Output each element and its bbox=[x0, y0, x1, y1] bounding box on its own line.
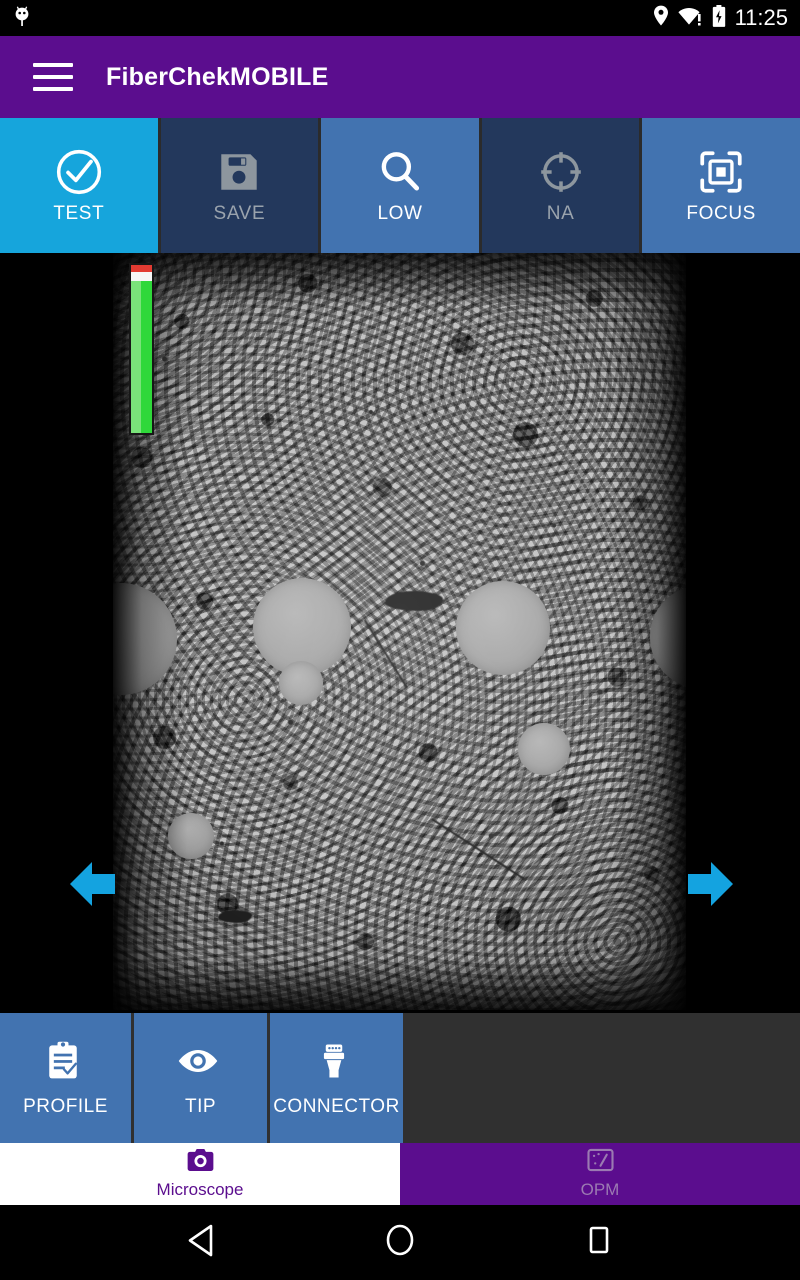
top-toolbar: TEST SAVE LOW NA FOCUS bbox=[0, 118, 800, 253]
tab-opm-label: OPM bbox=[580, 1180, 620, 1199]
magnification-low-label: LOW bbox=[377, 202, 423, 224]
wifi-alert-icon bbox=[677, 5, 703, 31]
android-nav-bar bbox=[0, 1205, 800, 1280]
save-button[interactable]: SAVE bbox=[160, 118, 319, 253]
focus-button[interactable]: FOCUS bbox=[642, 118, 800, 253]
circle-home-icon bbox=[384, 1223, 416, 1262]
contamination-spot bbox=[218, 910, 252, 923]
status-bar-right-icons: 11:25 bbox=[653, 4, 788, 32]
home-button[interactable] bbox=[384, 1223, 416, 1262]
connector-button-label: CONNECTOR bbox=[273, 1095, 400, 1117]
connector-plug-icon bbox=[312, 1039, 362, 1089]
tip-button-label: TIP bbox=[184, 1095, 217, 1117]
test-button[interactable]: TEST bbox=[0, 118, 158, 253]
android-status-bar: 11:25 bbox=[0, 0, 800, 36]
clipboard-check-icon bbox=[41, 1039, 91, 1089]
tab-opm[interactable]: OPM bbox=[400, 1143, 800, 1205]
hamburger-menu-icon[interactable] bbox=[33, 63, 73, 91]
test-button-label: TEST bbox=[53, 202, 105, 224]
eye-icon bbox=[176, 1039, 226, 1089]
status-bar-left-icons bbox=[12, 5, 32, 32]
camera-icon bbox=[187, 1148, 214, 1177]
save-button-label: SAVE bbox=[213, 202, 266, 224]
fiber-endface-image bbox=[113, 253, 686, 1010]
app-bar: FiberChekMOBILE bbox=[0, 36, 800, 118]
crosshair-icon bbox=[536, 147, 586, 197]
connector-button[interactable]: CONNECTOR bbox=[270, 1013, 403, 1143]
power-meter-icon bbox=[586, 1148, 614, 1177]
arrow-right-icon bbox=[688, 862, 733, 916]
tab-microscope-label: Microscope bbox=[156, 1180, 244, 1199]
recents-button[interactable] bbox=[583, 1223, 613, 1262]
square-recents-icon bbox=[583, 1223, 613, 1262]
action-bar-spacer bbox=[406, 1013, 800, 1143]
page-title: FiberChekMOBILE bbox=[106, 62, 329, 91]
gauge-gap bbox=[131, 272, 152, 281]
profile-button[interactable]: PROFILE bbox=[0, 1013, 131, 1143]
fiber-circle bbox=[168, 813, 214, 859]
fiber-circle bbox=[456, 581, 550, 675]
gauge-red-zone bbox=[131, 265, 152, 272]
na-button[interactable]: NA bbox=[481, 118, 640, 253]
fiber-circle bbox=[518, 723, 570, 775]
location-pin-icon bbox=[653, 5, 669, 31]
check-circle-icon bbox=[54, 147, 104, 197]
arrow-left-icon bbox=[70, 862, 115, 916]
android-bug-icon bbox=[12, 5, 32, 32]
magnification-low-button[interactable]: LOW bbox=[321, 118, 479, 253]
endface-specks bbox=[113, 253, 686, 1010]
tab-microscope[interactable]: Microscope bbox=[0, 1143, 400, 1205]
action-bar: PROFILE TIP CONNECTOR bbox=[0, 1013, 800, 1143]
focus-quality-gauge bbox=[129, 263, 154, 435]
focus-frame-icon bbox=[696, 147, 746, 197]
profile-button-label: PROFILE bbox=[23, 1095, 108, 1117]
back-button[interactable] bbox=[187, 1224, 217, 1262]
microscope-live-view[interactable] bbox=[0, 253, 800, 1013]
magnifier-icon bbox=[375, 147, 425, 197]
fiber-circle bbox=[279, 661, 323, 705]
status-bar-clock: 11:25 bbox=[734, 5, 788, 30]
battery-charging-icon bbox=[712, 4, 726, 32]
bottom-tab-bar: Microscope OPM bbox=[0, 1143, 800, 1205]
app-root: 11:25 FiberChekMOBILE TEST SAVE LOW NA F… bbox=[0, 0, 800, 1280]
contamination-spot bbox=[385, 591, 443, 611]
na-button-label: NA bbox=[546, 202, 575, 224]
floppy-disk-icon bbox=[214, 147, 264, 197]
gauge-green-fill bbox=[131, 281, 152, 433]
focus-button-label: FOCUS bbox=[686, 202, 756, 224]
triangle-back-icon bbox=[187, 1224, 217, 1262]
tip-button[interactable]: TIP bbox=[134, 1013, 267, 1143]
